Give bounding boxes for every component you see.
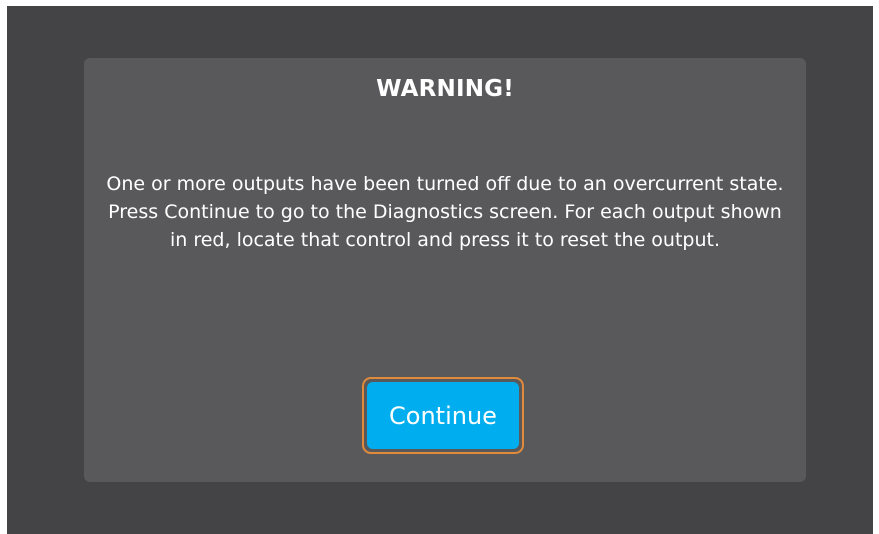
continue-button-label: Continue [389,401,497,430]
warning-dialog: WARNING! One or more outputs have been t… [84,58,806,482]
warning-title: WARNING! [376,76,514,102]
screen-background: WARNING! One or more outputs have been t… [7,6,873,534]
continue-button-focus-ring[interactable]: Continue [362,377,524,454]
warning-message: One or more outputs have been turned off… [106,173,784,251]
continue-button[interactable]: Continue [367,382,519,449]
